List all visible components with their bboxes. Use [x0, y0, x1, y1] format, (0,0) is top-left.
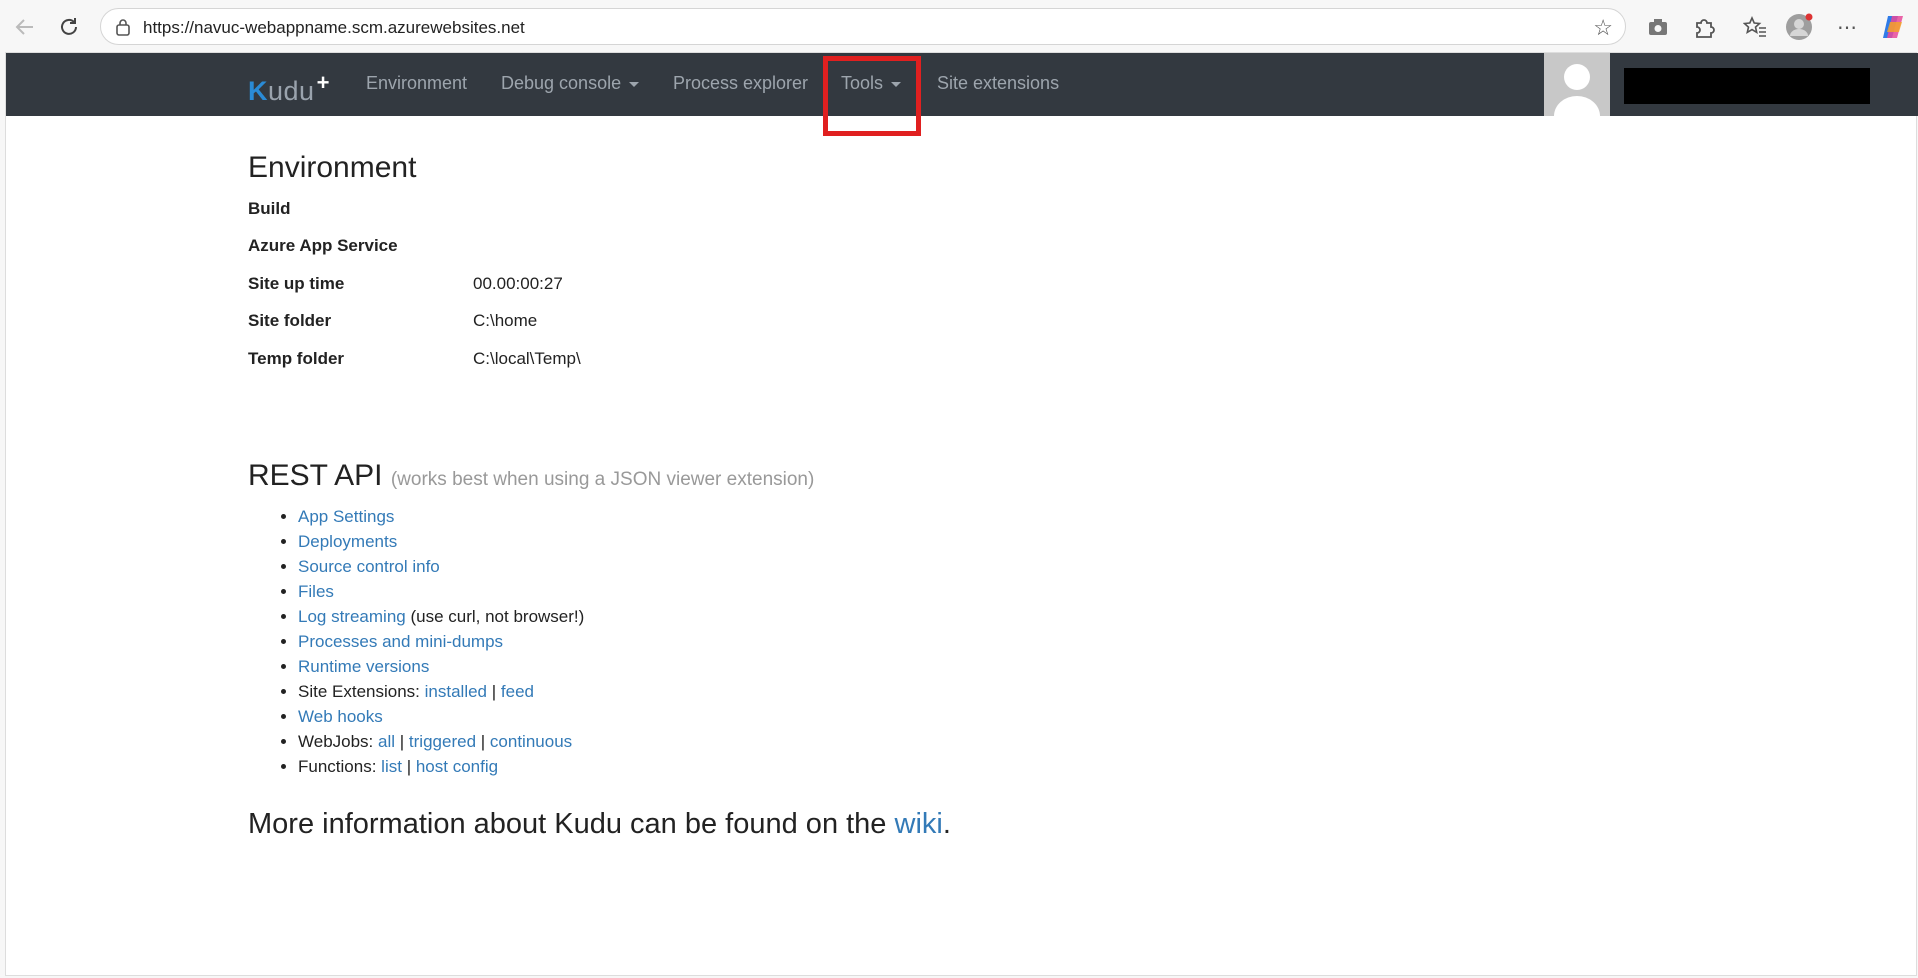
link-webjobs-continuous[interactable]: continuous: [490, 732, 572, 751]
tools-highlight-box: [823, 56, 921, 136]
list-item: Runtime versions: [298, 654, 584, 679]
separator: |: [399, 732, 405, 751]
browser-toolbar: https://navuc-webappname.scm.azurewebsit…: [0, 0, 1918, 52]
kudu-navbar: Kudu+ Environment Debug console Process …: [6, 53, 1918, 116]
log-streaming-note: (use curl, not browser!): [410, 607, 585, 626]
link-deployments[interactable]: Deployments: [298, 532, 397, 551]
kudu-logo[interactable]: Kudu+: [248, 70, 330, 107]
profile-icon[interactable]: [1784, 12, 1814, 42]
functions-label: Functions:: [298, 757, 377, 776]
list-item: Source control info: [298, 554, 584, 579]
link-processes[interactable]: Processes and mini-dumps: [298, 632, 503, 651]
list-item: Log streaming (use curl, not browser!): [298, 604, 584, 629]
list-item: Web hooks: [298, 704, 584, 729]
rest-api-subtitle: (works best when using a JSON viewer ext…: [390, 469, 815, 490]
list-item: Files: [298, 579, 584, 604]
extensions-icon[interactable]: [1689, 12, 1719, 42]
site-extensions-label: Site Extensions:: [298, 682, 420, 701]
site-info-icon[interactable]: [115, 18, 131, 41]
caret-down-icon: [629, 81, 640, 87]
link-webjobs-all[interactable]: all: [378, 732, 395, 751]
env-row-site-up-time: Site up time 00.00:00:27: [248, 274, 563, 293]
link-host-config[interactable]: host config: [416, 757, 498, 776]
webjobs-label: WebJobs:: [298, 732, 374, 751]
env-row-azure-app-service: Azure App Service: [248, 236, 398, 255]
copilot-icon[interactable]: [1878, 12, 1908, 42]
url-text[interactable]: https://navuc-webappname.scm.azurewebsit…: [143, 18, 525, 38]
link-source-control-info[interactable]: Source control info: [298, 557, 440, 576]
link-webjobs-triggered[interactable]: triggered: [409, 732, 476, 751]
nav-debug-console[interactable]: Debug console: [501, 73, 640, 94]
list-item: Deployments: [298, 529, 584, 554]
link-wiki[interactable]: wiki: [895, 808, 943, 840]
link-files[interactable]: Files: [298, 582, 334, 601]
screenshot-icon[interactable]: [1643, 12, 1673, 42]
favorites-icon[interactable]: [1740, 12, 1770, 42]
page-viewport: Kudu+ Environment Debug console Process …: [5, 52, 1918, 976]
env-row-build: Build: [248, 199, 291, 218]
list-item: Functions: list | host config: [298, 754, 584, 779]
more-icon[interactable]: ⋯: [1832, 12, 1862, 42]
refresh-icon[interactable]: [52, 10, 86, 44]
list-item: App Settings: [298, 504, 584, 529]
user-avatar[interactable]: [1544, 53, 1610, 116]
rest-api-heading: REST API (works best when using a JSON v…: [248, 459, 815, 492]
link-log-streaming[interactable]: Log streaming: [298, 607, 406, 626]
separator: |: [491, 682, 497, 701]
link-runtime-versions[interactable]: Runtime versions: [298, 657, 429, 676]
link-installed[interactable]: installed: [425, 682, 487, 701]
separator: |: [480, 732, 486, 751]
link-app-settings[interactable]: App Settings: [298, 507, 394, 526]
redacted-username: [1624, 68, 1870, 104]
nav-process-explorer[interactable]: Process explorer: [673, 73, 808, 94]
address-bar[interactable]: https://navuc-webappname.scm.azurewebsit…: [100, 8, 1626, 45]
link-feed[interactable]: feed: [501, 682, 534, 701]
env-row-site-folder: Site folder C:\home: [248, 311, 538, 330]
environment-heading: Environment: [248, 151, 417, 184]
rest-api-links: App Settings Deployments Source control …: [248, 504, 584, 779]
list-item: WebJobs: all | triggered | continuous: [298, 729, 584, 754]
link-functions-list[interactable]: list: [381, 757, 402, 776]
back-icon[interactable]: [8, 10, 42, 44]
separator: |: [406, 757, 412, 776]
nav-environment[interactable]: Environment: [366, 73, 467, 94]
more-info-text: More information about Kudu can be found…: [248, 808, 951, 840]
list-item: Processes and mini-dumps: [298, 629, 584, 654]
favorite-star-icon[interactable]: ☆: [1593, 15, 1613, 41]
nav-site-extensions[interactable]: Site extensions: [937, 73, 1059, 94]
list-item: Site Extensions: installed | feed: [298, 679, 584, 704]
env-row-temp-folder: Temp folder C:\local\Temp\: [248, 349, 581, 368]
link-web-hooks[interactable]: Web hooks: [298, 707, 383, 726]
